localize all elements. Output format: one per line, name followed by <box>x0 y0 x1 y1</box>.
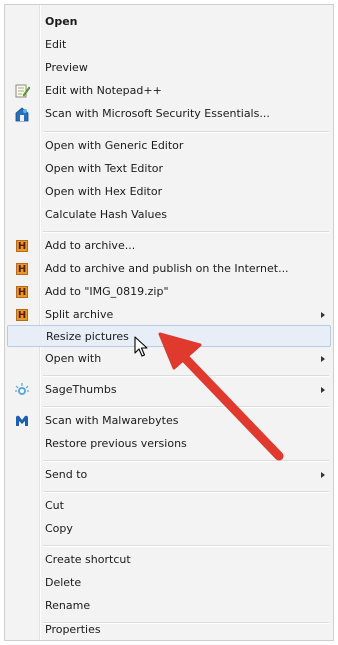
menu-item-label: Scan with Malwarebytes <box>45 414 179 427</box>
menu-item-open[interactable]: Open <box>7 11 331 33</box>
menu-item-create-shortcut[interactable]: Create shortcut <box>7 549 331 571</box>
menu-item-label: Cut <box>45 499 64 512</box>
menu-item-label: Open with <box>45 352 102 365</box>
menu-item-copy[interactable]: Copy <box>7 518 331 540</box>
menu-separator <box>43 231 329 233</box>
menu-item-label: Preview <box>45 61 88 74</box>
menu-item-add-archive-publish[interactable]: H Add to archive and publish on the Inte… <box>7 258 331 280</box>
menu-item-label: Add to "IMG_0819.zip" <box>45 285 169 298</box>
menu-item-label: Send to <box>45 468 88 481</box>
menu-item-label: Create shortcut <box>45 553 131 566</box>
menu-item-scan-malwarebytes[interactable]: Scan with Malwarebytes <box>7 410 331 432</box>
menu-item-label: Split archive <box>45 308 114 321</box>
menu-item-restore-previous-versions[interactable]: Restore previous versions <box>7 433 331 455</box>
menu-item-sagethumbs[interactable]: SageThumbs <box>7 379 331 401</box>
menu-item-label: Calculate Hash Values <box>45 208 168 221</box>
submenu-arrow-icon <box>321 312 325 318</box>
submenu-arrow-icon <box>321 472 325 478</box>
menu-separator <box>43 491 329 493</box>
submenu-arrow-icon <box>321 356 325 362</box>
menu-item-label: Scan with Microsoft Security Essentials.… <box>45 107 270 120</box>
menu-separator <box>43 545 329 547</box>
menu-item-preview[interactable]: Preview <box>7 57 331 79</box>
menu-item-label: Resize pictures <box>46 330 129 343</box>
archive-icon: H <box>16 309 28 321</box>
menu-item-label: Add to archive... <box>45 239 136 252</box>
menu-item-send-to[interactable]: Send to <box>7 464 331 486</box>
menu-item-split-archive[interactable]: H Split archive <box>7 304 331 326</box>
menu-separator <box>43 131 329 133</box>
menu-item-label: Copy <box>45 522 73 535</box>
menu-item-label: Delete <box>45 576 82 589</box>
menu-item-open-with[interactable]: Open with <box>7 348 331 370</box>
menu-item-label: Restore previous versions <box>45 437 187 450</box>
menu-item-label: Properties <box>45 623 101 636</box>
menu-item-properties[interactable]: Properties <box>7 619 331 641</box>
menu-item-label: Open with Hex Editor <box>45 185 163 198</box>
context-menu: Open Edit Preview Edit with Notepad++ Sc… <box>4 4 334 641</box>
menu-item-label: Rename <box>45 599 91 612</box>
menu-separator <box>43 460 329 462</box>
archive-icon: H <box>16 263 28 275</box>
sagethumbs-icon <box>15 383 29 395</box>
menu-item-label: Open with Text Editor <box>45 162 164 175</box>
menu-item-delete[interactable]: Delete <box>7 572 331 594</box>
menu-item-open-hex-editor[interactable]: Open with Hex Editor <box>7 181 331 203</box>
menu-separator <box>43 375 329 377</box>
menu-item-calculate-hash[interactable]: Calculate Hash Values <box>7 204 331 226</box>
menu-item-label: SageThumbs <box>45 383 117 396</box>
menu-item-scan-security-essentials[interactable]: Scan with Microsoft Security Essentials.… <box>7 103 331 125</box>
security-essentials-icon <box>15 107 29 122</box>
menu-item-label: Open with Generic Editor <box>45 139 184 152</box>
menu-item-label: Open <box>45 15 78 28</box>
archive-icon: H <box>16 240 28 252</box>
archive-icon: H <box>16 286 28 298</box>
mouse-cursor-icon <box>134 336 148 357</box>
malwarebytes-icon <box>16 415 28 426</box>
menu-item-label: Edit with Notepad++ <box>45 84 162 97</box>
menu-item-edit-with-notepad[interactable]: Edit with Notepad++ <box>7 80 331 102</box>
submenu-arrow-icon <box>321 387 325 393</box>
menu-item-open-generic-editor[interactable]: Open with Generic Editor <box>7 135 331 157</box>
menu-item-add-to-archive[interactable]: H Add to archive... <box>7 235 331 257</box>
menu-separator <box>43 406 329 408</box>
menu-item-edit[interactable]: Edit <box>7 34 331 56</box>
menu-item-add-to-zip[interactable]: H Add to "IMG_0819.zip" <box>7 281 331 303</box>
menu-item-cut[interactable]: Cut <box>7 495 331 517</box>
menu-item-resize-pictures[interactable]: Resize pictures <box>7 325 331 347</box>
menu-item-label: Add to archive and publish on the Intern… <box>45 262 289 275</box>
menu-item-open-text-editor[interactable]: Open with Text Editor <box>7 158 331 180</box>
notepad-plus-plus-icon <box>15 84 30 98</box>
menu-item-label: Edit <box>45 38 67 51</box>
menu-item-rename[interactable]: Rename <box>7 595 331 617</box>
